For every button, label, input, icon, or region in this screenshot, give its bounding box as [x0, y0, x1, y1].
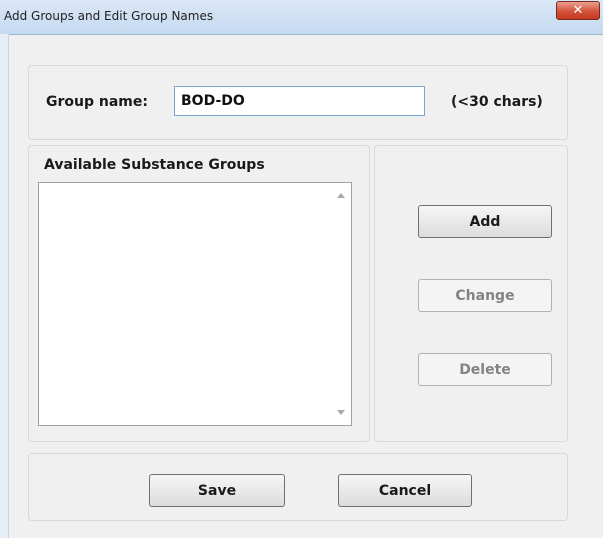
scroll-up-icon[interactable]	[337, 193, 345, 198]
window-left-border	[0, 34, 9, 538]
group-name-input[interactable]	[174, 86, 425, 116]
dialog-window: Add Groups and Edit Group Names ✕ Group …	[0, 0, 603, 538]
close-icon: ✕	[572, 3, 584, 18]
substance-groups-list[interactable]	[38, 182, 352, 426]
group-name-label: Group name:	[46, 94, 148, 110]
title-bar[interactable]: Add Groups and Edit Group Names ✕	[0, 0, 603, 35]
cancel-button[interactable]: Cancel	[338, 474, 472, 507]
window-title: Add Groups and Edit Group Names	[4, 9, 214, 23]
scroll-down-icon[interactable]	[337, 410, 345, 415]
footer-panel	[28, 453, 568, 521]
substance-groups-label: Available Substance Groups	[44, 157, 265, 173]
add-button[interactable]: Add	[418, 205, 552, 238]
save-button[interactable]: Save	[149, 474, 285, 507]
close-button[interactable]: ✕	[556, 1, 600, 20]
char-limit-hint: (<30 chars)	[451, 94, 543, 110]
change-button[interactable]: Change	[418, 279, 552, 312]
delete-button[interactable]: Delete	[418, 353, 552, 386]
